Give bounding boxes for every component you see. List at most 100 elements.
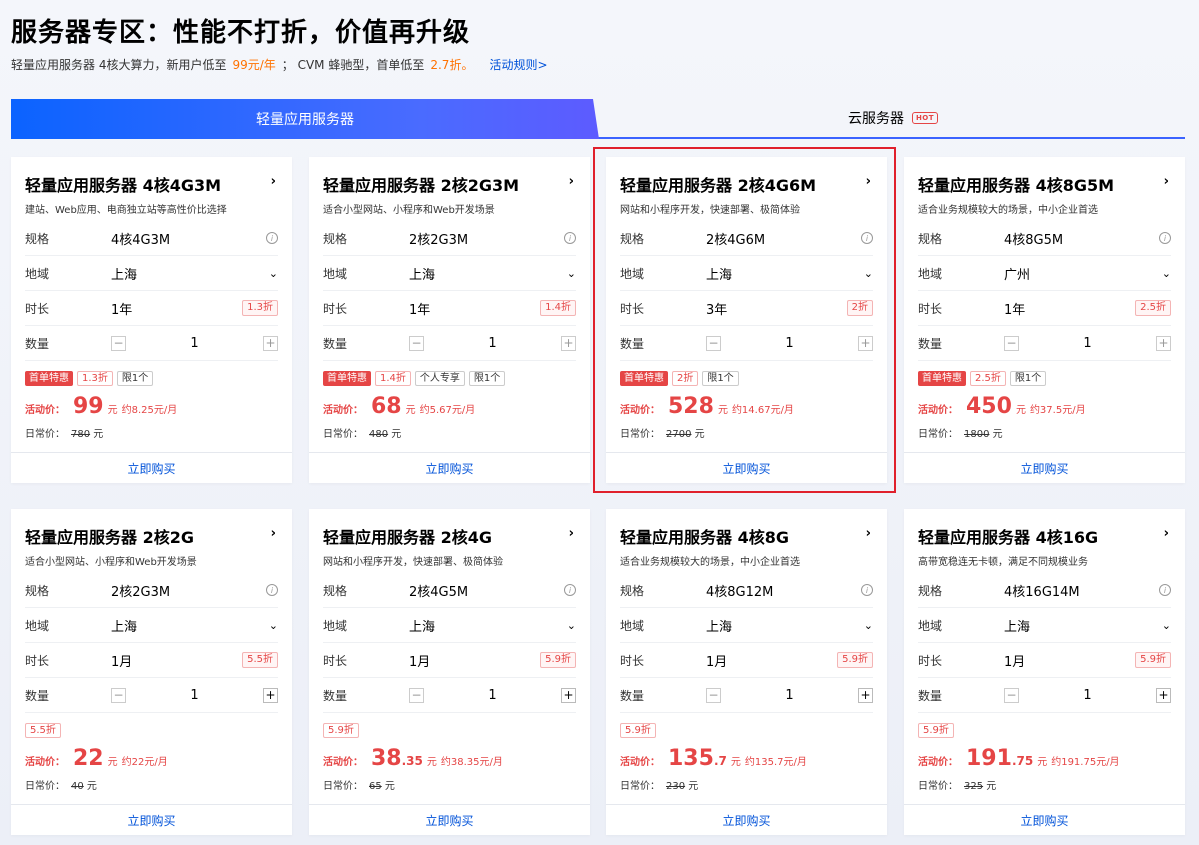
tab-lighthouse[interactable]: 轻量应用服务器 [11, 99, 599, 139]
spec-value: 2核4G6M [706, 232, 766, 248]
minus-button[interactable]: − [409, 687, 424, 703]
minus-button[interactable]: − [111, 687, 126, 703]
region-select[interactable]: 地域 上海 ⌄ [620, 608, 873, 643]
chevron-right-icon[interactable]: › [866, 174, 871, 189]
info-icon[interactable]: i [1159, 584, 1171, 596]
plus-button[interactable]: + [561, 335, 576, 351]
spec-row: 规格 4核8G5M i [918, 221, 1171, 256]
quantity-value: 1 [488, 687, 497, 703]
quantity-stepper[interactable]: − 1 + [409, 335, 576, 351]
regular-price-label: 日常价： [918, 429, 958, 440]
regular-price: 日常价： 1800 元 [918, 425, 1003, 440]
chevron-right-icon[interactable]: › [271, 526, 276, 541]
chevron-down-icon[interactable]: ⌄ [864, 619, 873, 632]
card-header[interactable]: 轻量应用服务器 2核4G6M › 网站和小程序开发，快速部署、极简体验 [620, 172, 873, 216]
chevron-down-icon[interactable]: ⌄ [567, 267, 576, 280]
minus-button[interactable]: − [706, 687, 721, 703]
chevron-right-icon[interactable]: › [1164, 526, 1169, 541]
duration-row[interactable]: 时长 1月 5.9折 [323, 643, 576, 678]
card-header[interactable]: 轻量应用服务器 2核2G › 适合小型网站、小程序和Web开发场景 [25, 524, 278, 568]
region-select[interactable]: 地域 上海 ⌄ [25, 608, 278, 643]
quantity-stepper[interactable]: − 1 + [706, 335, 873, 351]
info-icon[interactable]: i [266, 584, 278, 596]
plus-button[interactable]: + [263, 335, 278, 351]
buy-now-button[interactable]: 立即购买 [904, 804, 1185, 835]
region-select[interactable]: 地域 上海 ⌄ [25, 256, 278, 291]
card-header[interactable]: 轻量应用服务器 4核4G3M › 建站、Web应用、电商独立站等高性价比选择 [25, 172, 278, 216]
buy-now-button[interactable]: 立即购买 [309, 804, 590, 835]
price-unit: 元 [426, 757, 437, 768]
qty-label: 数量 [620, 336, 645, 351]
duration-value: 3年 [706, 302, 728, 318]
card-tag: 5.9折 [323, 723, 359, 738]
card-header[interactable]: 轻量应用服务器 2核2G3M › 适合小型网站、小程序和Web开发场景 [323, 172, 576, 216]
quantity-stepper[interactable]: − 1 + [111, 687, 278, 703]
regular-price-value: 480 [369, 429, 389, 440]
chevron-right-icon[interactable]: › [569, 526, 574, 541]
duration-row[interactable]: 时长 1年 1.4折 [323, 291, 576, 326]
chevron-down-icon[interactable]: ⌄ [269, 619, 278, 632]
duration-row[interactable]: 时长 3年 2折 [620, 291, 873, 326]
chevron-down-icon[interactable]: ⌄ [567, 619, 576, 632]
info-icon[interactable]: i [1159, 232, 1171, 244]
card-header[interactable]: 轻量应用服务器 4核16G › 高带宽稳连无卡顿，满足不同规模业务 [918, 524, 1171, 568]
chevron-down-icon[interactable]: ⌄ [269, 267, 278, 280]
minus-button[interactable]: − [706, 335, 721, 351]
plus-button[interactable]: + [858, 335, 873, 351]
buy-now-button[interactable]: 立即购买 [11, 804, 292, 835]
minus-button[interactable]: − [409, 335, 424, 351]
card-header[interactable]: 轻量应用服务器 4核8G › 适合业务规模较大的场景，中小企业首选 [620, 524, 873, 568]
plus-button[interactable]: + [858, 687, 873, 703]
region-select[interactable]: 地域 上海 ⌄ [918, 608, 1171, 643]
plus-button[interactable]: + [263, 687, 278, 703]
quantity-stepper[interactable]: − 1 + [1004, 687, 1171, 703]
quantity-row: 数量 − 1 + [620, 678, 873, 713]
quantity-stepper[interactable]: − 1 + [706, 687, 873, 703]
minus-button[interactable]: − [1004, 687, 1019, 703]
chevron-down-icon[interactable]: ⌄ [864, 267, 873, 280]
quantity-row: 数量 − 1 + [918, 678, 1171, 713]
buy-now-button[interactable]: 立即购买 [11, 452, 292, 483]
plus-button[interactable]: + [1156, 687, 1171, 703]
chevron-down-icon[interactable]: ⌄ [1162, 267, 1171, 280]
chevron-down-icon[interactable]: ⌄ [1162, 619, 1171, 632]
quantity-stepper[interactable]: − 1 + [111, 335, 278, 351]
duration-row[interactable]: 时长 1月 5.9折 [620, 643, 873, 678]
buy-now-button[interactable]: 立即购买 [904, 452, 1185, 483]
chevron-right-icon[interactable]: › [1164, 174, 1169, 189]
region-select[interactable]: 地域 上海 ⌄ [323, 608, 576, 643]
region-select[interactable]: 地域 上海 ⌄ [323, 256, 576, 291]
tab-cvm[interactable]: 云服务器 HOT [601, 99, 1185, 137]
info-icon[interactable]: i [861, 584, 873, 596]
card-header[interactable]: 轻量应用服务器 2核4G › 网站和小程序开发，快速部署、极简体验 [323, 524, 576, 568]
duration-row[interactable]: 时长 1年 2.5折 [918, 291, 1171, 326]
regular-price-value: 230 [666, 781, 686, 792]
region-select[interactable]: 地域 广州 ⌄ [918, 256, 1171, 291]
duration-row[interactable]: 时长 1年 1.3折 [25, 291, 278, 326]
chevron-right-icon[interactable]: › [569, 174, 574, 189]
info-icon[interactable]: i [564, 232, 576, 244]
activity-rules-link[interactable]: 活动规则> [489, 58, 547, 72]
buy-now-button[interactable]: 立即购买 [309, 452, 590, 483]
info-icon[interactable]: i [861, 232, 873, 244]
chevron-right-icon[interactable]: › [271, 174, 276, 189]
plus-button[interactable]: + [561, 687, 576, 703]
duration-row[interactable]: 时长 1月 5.5折 [25, 643, 278, 678]
spec-row: 规格 2核4G6M i [620, 221, 873, 256]
card-header[interactable]: 轻量应用服务器 4核8G5M › 适合业务规模较大的场景，中小企业首选 [918, 172, 1171, 216]
info-icon[interactable]: i [266, 232, 278, 244]
card-tag: 2.5折 [970, 371, 1006, 386]
duration-row[interactable]: 时长 1月 5.9折 [918, 643, 1171, 678]
buy-now-button[interactable]: 立即购买 [606, 452, 887, 483]
info-icon[interactable]: i [564, 584, 576, 596]
minus-button[interactable]: − [111, 335, 126, 351]
card-tags: 首单特惠 2.5折 限1个 [918, 371, 1047, 386]
product-card: 轻量应用服务器 2核2G3M › 适合小型网站、小程序和Web开发场景 规格 2… [309, 157, 590, 483]
buy-now-button[interactable]: 立即购买 [606, 804, 887, 835]
quantity-stepper[interactable]: − 1 + [409, 687, 576, 703]
quantity-stepper[interactable]: − 1 + [1004, 335, 1171, 351]
region-select[interactable]: 地域 上海 ⌄ [620, 256, 873, 291]
chevron-right-icon[interactable]: › [866, 526, 871, 541]
plus-button[interactable]: + [1156, 335, 1171, 351]
minus-button[interactable]: − [1004, 335, 1019, 351]
